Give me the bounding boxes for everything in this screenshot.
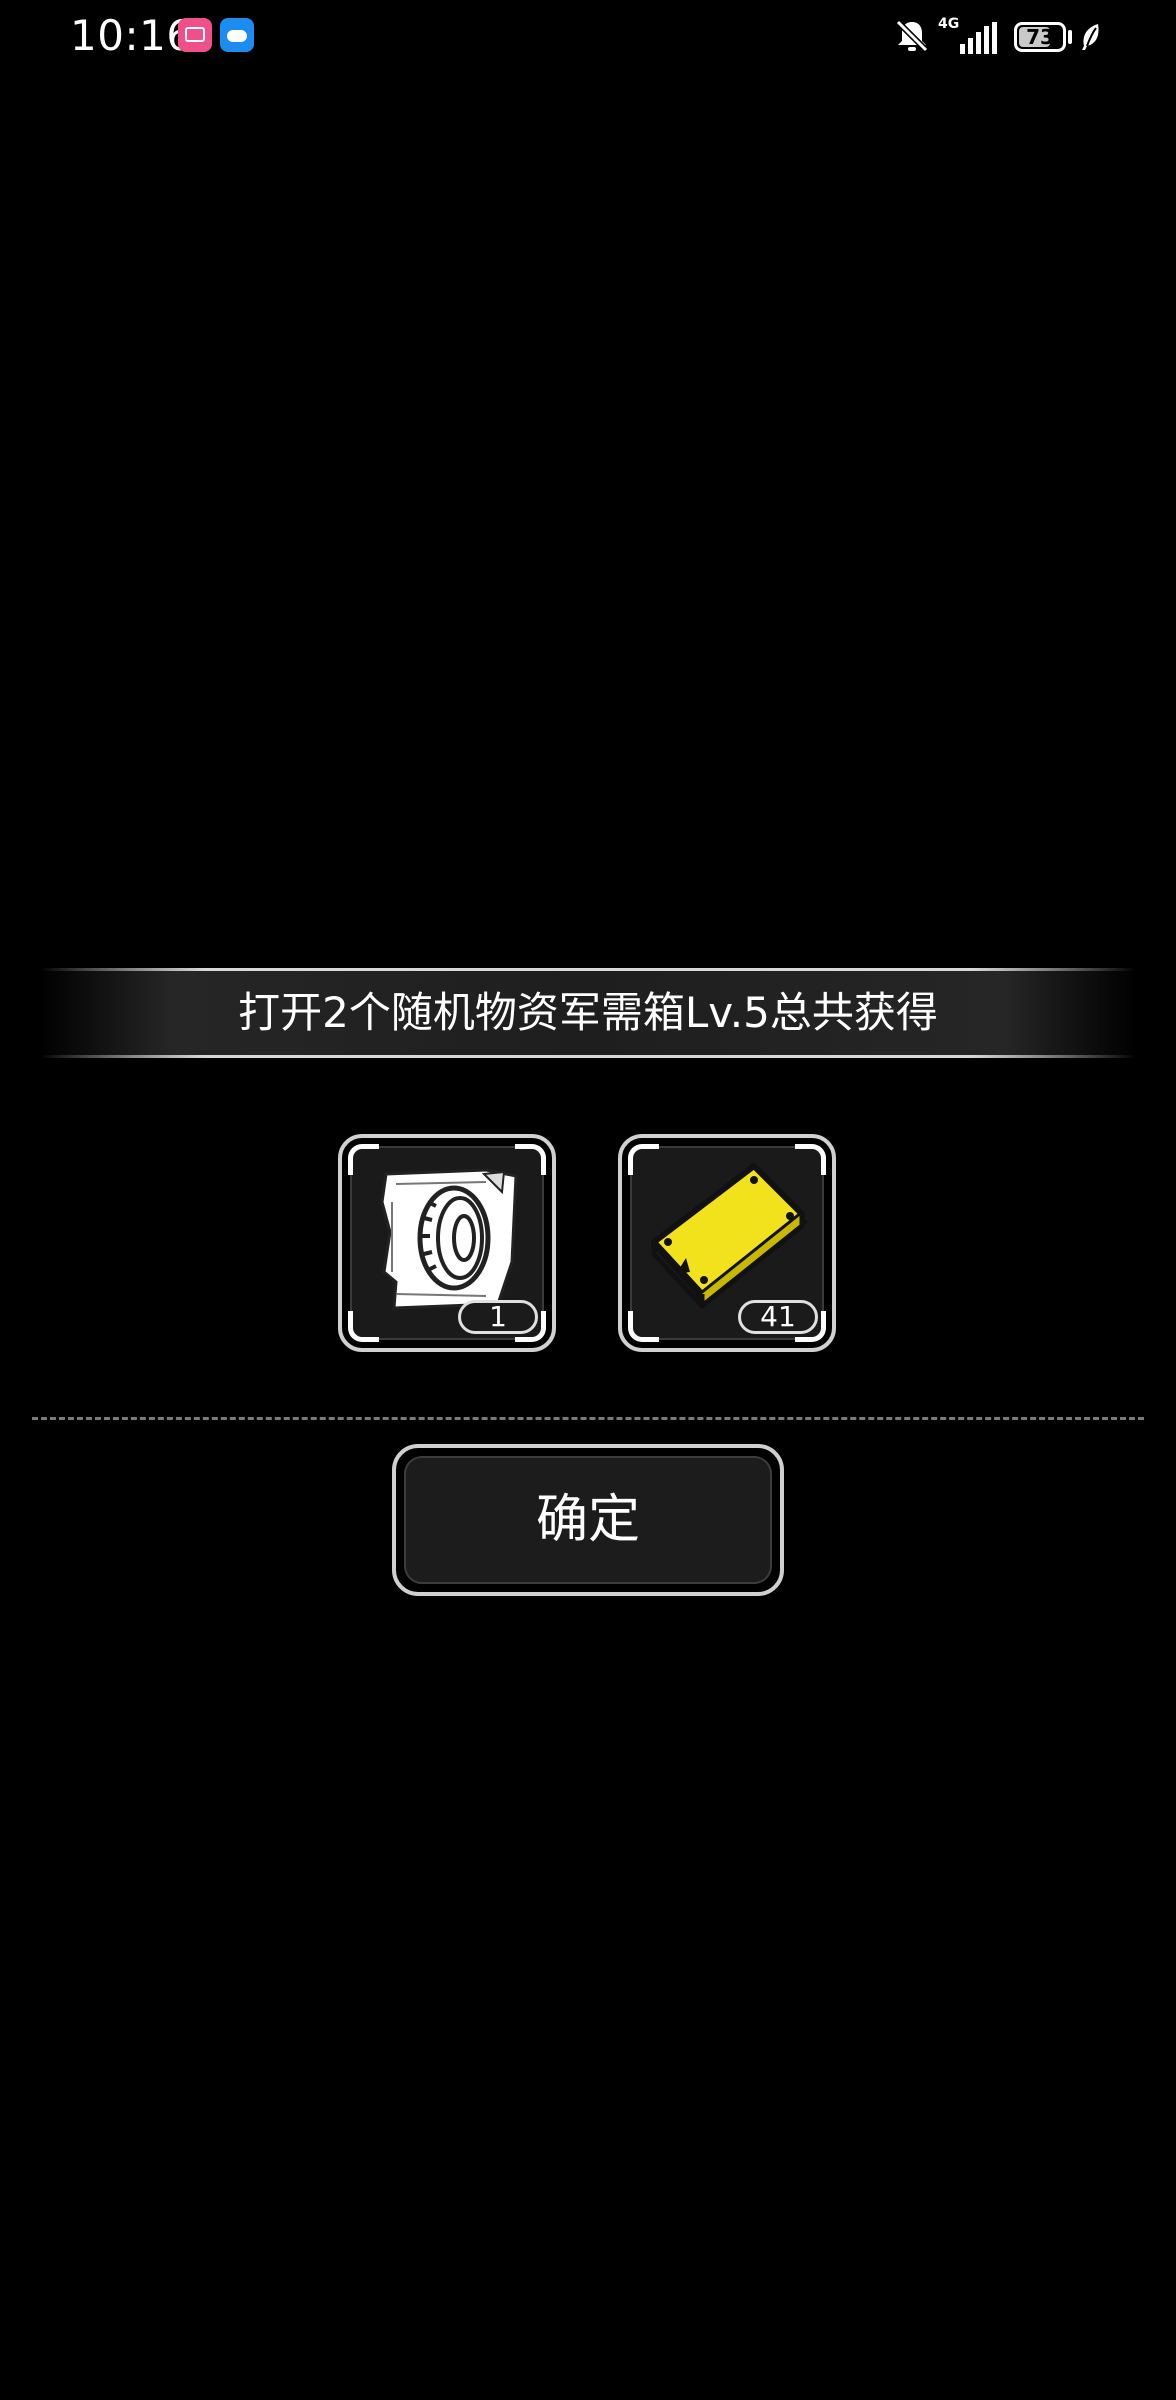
status-bar: 10:16 4G 73 [0,0,1176,72]
frame-corner [348,1311,379,1342]
gold-plate-icon [651,1163,808,1309]
battery-level: 73 [1026,25,1054,49]
battery-icon: 73 [1014,22,1066,52]
signal-icon [960,22,997,54]
dashed-divider [32,1417,1144,1420]
reward-item-gold-plate[interactable]: 41 [618,1134,836,1352]
battery-cap [1068,30,1072,44]
status-time: 10:16 [70,11,194,60]
confirm-button[interactable]: 确定 [392,1444,784,1596]
bell-off-icon [895,19,929,53]
reward-item-tire-blueprint[interactable]: 1 [338,1134,556,1352]
tire-blueprint-icon [380,1168,518,1310]
frame-corner [628,1311,659,1342]
leaf-icon [1082,24,1099,50]
confirm-button-label: 确定 [535,1490,640,1550]
weather-app-icon [220,18,254,52]
quantity-badge: 1 [458,1300,538,1334]
bilibili-app-icon [178,18,212,52]
reward-title: 打开2个随机物资军需箱Lv.5总共获得 [238,988,938,1037]
network-type-label: 4G [938,16,960,32]
quantity-badge: 41 [738,1300,818,1334]
status-indicators: 4G 73 [892,14,1106,58]
reward-title-banner: 打开2个随机物资军需箱Lv.5总共获得 [40,968,1136,1058]
